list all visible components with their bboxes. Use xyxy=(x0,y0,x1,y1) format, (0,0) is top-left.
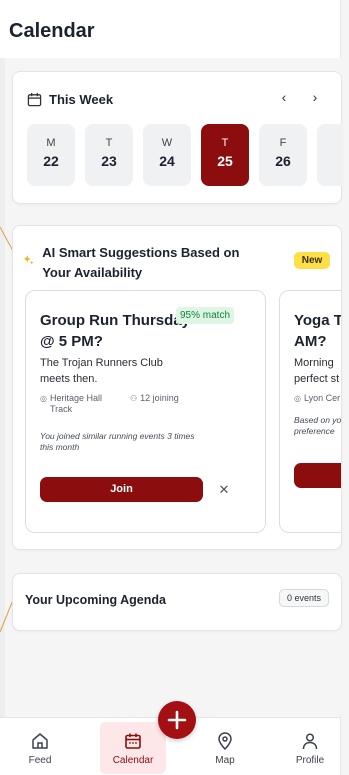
suggestion-title: Group Run Thursday @ 5 PM? xyxy=(40,312,190,350)
day-number: 26 xyxy=(275,153,291,169)
day-tile-wed[interactable]: W 24 xyxy=(143,124,191,186)
location-text: Lyon Cer xyxy=(303,393,341,403)
day-tile-sat[interactable] xyxy=(317,124,343,186)
day-number: 24 xyxy=(159,153,175,169)
day-tile-mon[interactable]: M 22 xyxy=(27,124,75,186)
calendar-icon xyxy=(27,92,42,107)
day-number: 23 xyxy=(101,153,117,169)
calendar-icon xyxy=(125,733,141,749)
home-icon xyxy=(32,733,48,749)
week-header: This Week xyxy=(27,92,113,107)
left-edge xyxy=(0,0,5,775)
map-pin-icon xyxy=(218,732,232,751)
sparkle-icon xyxy=(23,255,34,265)
suggestions-carousel[interactable]: Group Run Thursday @ 5 PM? 95% match The… xyxy=(25,290,341,536)
suggestions-card: AI Smart Suggestions Based on Your Avail… xyxy=(12,225,342,550)
nav-label: Calendar xyxy=(112,755,154,766)
nav-item-calendar[interactable]: Calendar xyxy=(100,722,166,774)
app-root: Calendar This Week ‹ › M 22 T 23 W 24 T … xyxy=(0,0,349,775)
location-icon: ◎ xyxy=(294,394,301,403)
profile-icon xyxy=(302,733,318,750)
suggestion-card[interactable]: Yoga To AM? Morning perfect st ◎ Lyon Ce… xyxy=(279,290,341,533)
attendees-meta: ⚇ 12 joining xyxy=(130,393,190,404)
page-title: Calendar xyxy=(9,20,95,42)
suggestion-title: Yoga To AM? xyxy=(294,312,341,350)
location-icon: ◎ xyxy=(40,394,47,403)
day-letter: T xyxy=(221,137,229,149)
nav-label: Profile xyxy=(295,755,325,766)
suggestions-header: AI Smart Suggestions Based on Your Avail… xyxy=(23,243,253,283)
plus-icon xyxy=(167,710,187,730)
match-badge: 95% match xyxy=(176,307,235,324)
next-week-button[interactable]: › xyxy=(306,89,324,105)
nav-label: Map xyxy=(215,755,235,766)
day-tile-fri[interactable]: F 26 xyxy=(259,124,307,186)
day-number: 22 xyxy=(43,153,59,169)
agenda-title: Your Upcoming Agenda xyxy=(25,593,166,607)
prev-week-button[interactable]: ‹ xyxy=(275,89,293,105)
join-button[interactable]: Join xyxy=(40,477,203,502)
nav-item-map[interactable]: Map xyxy=(193,722,257,774)
suggestion-card[interactable]: Group Run Thursday @ 5 PM? 95% match The… xyxy=(25,290,266,533)
nav-item-profile[interactable]: Profile xyxy=(278,722,342,774)
agenda-card: Your Upcoming Agenda 0 events xyxy=(12,573,342,631)
location-text: Heritage Hall Track xyxy=(49,393,103,414)
day-letter: M xyxy=(46,137,56,149)
week-title: This Week xyxy=(49,92,114,107)
location-meta: ◎ Heritage Hall Track xyxy=(40,393,120,415)
nav-label: Feed xyxy=(28,755,52,766)
dismiss-button[interactable]: ✕ xyxy=(214,477,234,502)
suggestion-reason: You joined similar running events 3 time… xyxy=(40,431,195,452)
event-count-badge: 0 events xyxy=(279,589,329,607)
add-event-button[interactable] xyxy=(158,701,196,739)
people-icon: ⚇ xyxy=(130,394,138,403)
suggestion-description: Morning perfect st xyxy=(294,357,340,385)
join-button[interactable] xyxy=(294,463,341,488)
suggestion-description: The Trojan Runners Club meets then. xyxy=(40,357,163,385)
day-number: 25 xyxy=(217,153,233,169)
location-meta: ◎ Lyon Cer xyxy=(294,393,341,404)
nav-item-feed[interactable]: Feed xyxy=(8,722,72,774)
day-strip: M 22 T 23 W 24 T 25 F 26 xyxy=(27,124,343,186)
attendees-text: 12 joining xyxy=(140,393,179,403)
day-tile-thu-selected[interactable]: T 25 xyxy=(201,124,249,186)
suggestion-reason: Based on yo preference xyxy=(294,415,341,436)
day-letter: F xyxy=(279,137,287,149)
day-letter: W xyxy=(161,137,173,149)
day-tile-tue[interactable]: T 23 xyxy=(85,124,133,186)
new-badge: New xyxy=(294,252,330,269)
suggestions-title: AI Smart Suggestions Based on Your Avail… xyxy=(42,245,240,280)
top-header: Calendar xyxy=(0,0,341,58)
day-letter: T xyxy=(105,137,113,149)
week-card: This Week ‹ › M 22 T 23 W 24 T 25 F 26 xyxy=(12,71,343,204)
